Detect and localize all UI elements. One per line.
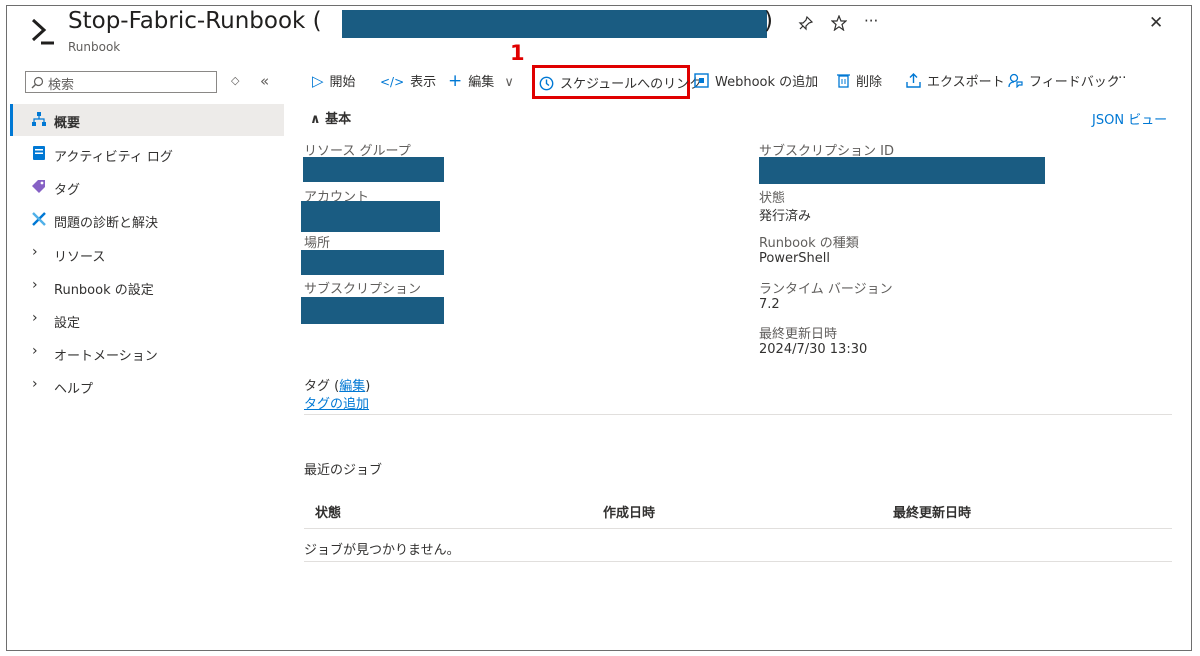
plus-icon: + <box>448 71 463 91</box>
divider <box>304 414 1172 415</box>
sidebar-item-activity-log[interactable]: アクティビティ ログ <box>10 138 284 170</box>
log-icon <box>33 146 45 160</box>
feedback-button[interactable]: フィードバック <box>1008 71 1120 97</box>
redacted-location <box>301 250 444 275</box>
column-header-status[interactable]: 状態 <box>315 502 341 521</box>
clock-icon <box>539 76 554 91</box>
runbook-icon <box>31 18 54 45</box>
code-icon: </> <box>380 75 405 89</box>
chevron-right-icon: › <box>32 376 38 392</box>
pin-icon[interactable] <box>798 15 814 31</box>
close-icon[interactable]: ✕ <box>1149 13 1163 33</box>
page-subtitle: Runbook <box>68 40 121 54</box>
export-button[interactable]: エクスポート <box>906 71 1005 97</box>
essentials-toggle[interactable]: ∧ 基本 <box>310 108 351 127</box>
redacted-account <box>301 201 440 232</box>
add-tag-link[interactable]: タグの追加 <box>304 393 369 412</box>
divider <box>304 528 1172 529</box>
search-input[interactable]: 検索 <box>25 71 217 93</box>
play-icon: ▷ <box>312 72 324 90</box>
sidebar-item-label: Runbook の設定 <box>54 283 154 298</box>
step-number: 1 <box>510 41 525 65</box>
chevron-right-icon: › <box>32 310 38 326</box>
runtime-version-value: 7.2 <box>759 297 780 312</box>
edit-tags-link[interactable]: 編集 <box>339 379 365 394</box>
sidebar-item-resources[interactable]: › リソース <box>10 238 284 270</box>
start-button[interactable]: ▷ 開始 <box>312 71 356 97</box>
runbook-type-value: PowerShell <box>759 251 831 266</box>
status-label: 状態 <box>759 191 786 206</box>
redacted-subscription <box>301 297 444 324</box>
sidebar-item-settings[interactable]: › 設定 <box>10 304 284 336</box>
sidebar-item-label: オートメーション <box>54 349 158 364</box>
add-webhook-button[interactable]: Webhook の追加 <box>694 71 818 97</box>
view-button[interactable]: </> 表示 <box>380 71 436 97</box>
star-icon[interactable] <box>831 15 847 31</box>
empty-jobs-message: ジョブが見つかりません。 <box>304 543 460 558</box>
sidebar-item-label: リソース <box>54 250 106 265</box>
sidebar-item-label: タグ <box>54 183 81 198</box>
redacted-subscription-id <box>759 157 1045 184</box>
export-icon <box>906 73 921 88</box>
search-icon <box>31 76 44 89</box>
feedback-icon <box>1008 73 1023 89</box>
chevron-right-icon: › <box>32 343 38 359</box>
recent-jobs-title: 最近のジョブ <box>304 463 383 478</box>
link-to-schedule-button[interactable]: スケジュールへのリンク <box>539 73 702 99</box>
edit-button[interactable]: + 編集 ∨ <box>448 71 514 97</box>
column-header-created[interactable]: 作成日時 <box>603 502 655 521</box>
webhook-icon <box>694 73 709 88</box>
sidebar-item-label: ヘルプ <box>54 382 94 397</box>
column-header-last-modified[interactable]: 最終更新日時 <box>893 502 971 521</box>
chevron-down-icon: ∨ <box>504 75 514 90</box>
wrench-icon <box>32 212 46 226</box>
sidebar-item-label: アクティビティ ログ <box>54 150 173 165</box>
collapse-toggle-icon[interactable]: ◇ <box>231 74 239 87</box>
sidebar-item-help[interactable]: › ヘルプ <box>10 370 284 402</box>
delete-button[interactable]: 削除 <box>837 71 882 97</box>
search-placeholder: 検索 <box>48 78 75 93</box>
page-title: Stop-Fabric-Runbook ( <box>68 8 322 34</box>
json-view-link[interactable]: JSON ビュー <box>1092 109 1167 128</box>
sidebar-item-automation[interactable]: › オートメーション <box>10 337 284 369</box>
tags-label: タグ (編集) <box>304 379 371 394</box>
page-title-close: ) <box>764 8 773 34</box>
runtime-version-label: ランタイム バージョン <box>759 282 893 297</box>
divider <box>304 561 1172 562</box>
subscription-label: サブスクリプション <box>304 282 422 297</box>
runbook-type-label: Runbook の種類 <box>759 236 859 251</box>
status-value: 発行済み <box>759 209 812 224</box>
redacted-title-segment <box>342 10 767 38</box>
trash-icon <box>837 74 850 88</box>
redacted-resource-group <box>303 157 444 182</box>
sidebar-item-overview[interactable]: 概要 <box>10 104 284 136</box>
chevron-right-icon: › <box>32 277 38 293</box>
sidebar-item-label: 問題の診断と解決 <box>54 216 159 231</box>
location-label: 場所 <box>304 236 331 251</box>
more-options-icon[interactable]: ··· <box>864 12 878 30</box>
sidebar-item-label: 設定 <box>54 316 81 331</box>
hierarchy-icon <box>32 112 46 126</box>
sidebar-item-runbook-settings[interactable]: › Runbook の設定 <box>10 271 284 303</box>
more-toolbar-icon[interactable]: ··· <box>1114 71 1126 97</box>
chevron-right-icon: › <box>32 244 38 260</box>
last-modified-label: 最終更新日時 <box>759 327 838 342</box>
sidebar-item-diagnose[interactable]: 問題の診断と解決 <box>10 204 284 236</box>
sidebar-item-tags[interactable]: タグ <box>10 171 284 203</box>
chevron-up-icon: ∧ <box>310 112 326 127</box>
sidebar-item-label: 概要 <box>54 116 81 131</box>
last-modified-value: 2024/7/30 13:30 <box>759 342 868 357</box>
collapse-sidebar-icon[interactable]: « <box>260 72 269 90</box>
tag-icon <box>32 180 45 193</box>
